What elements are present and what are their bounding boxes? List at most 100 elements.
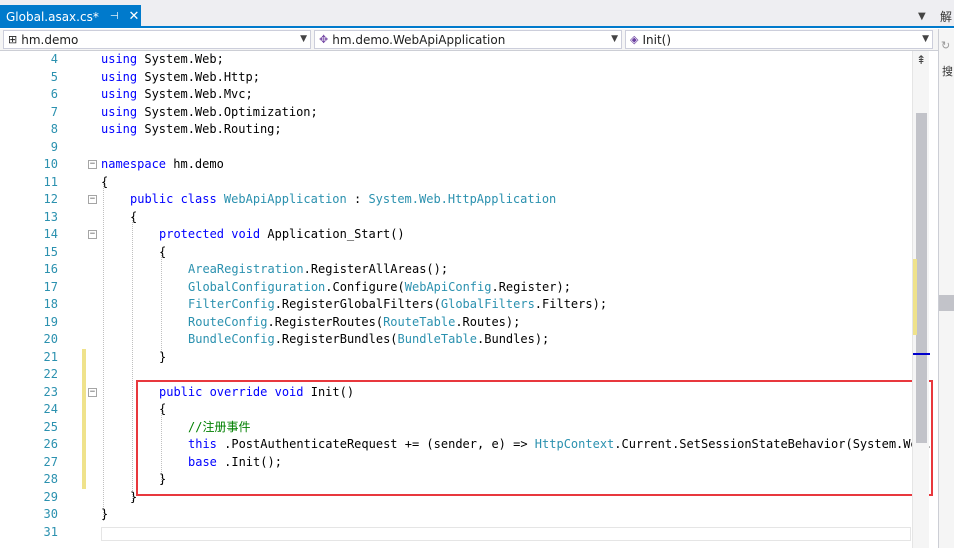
- code-line[interactable]: 19 RouteConfig.RegisterRoutes(RouteTable.…: [0, 314, 912, 332]
- code-token: public class: [130, 192, 217, 206]
- collapse-icon[interactable]: −: [88, 387, 97, 397]
- code-line[interactable]: 6 using System.Web.Mvc;: [0, 86, 912, 104]
- change-indicator: [82, 348, 86, 366]
- class-label: hm.demo.WebApiApplication: [332, 32, 506, 47]
- code-token: using: [101, 122, 138, 136]
- code-token: using: [101, 104, 138, 119]
- scrollbar-thumb[interactable]: [916, 113, 927, 443]
- change-indicator: [82, 366, 86, 384]
- code-token: .RegisterGlobalFilters(: [274, 297, 441, 311]
- side-panel-title: 解: [940, 10, 953, 24]
- code-line[interactable]: 17 GlobalConfiguration.Configure(WebApiCo…: [0, 279, 912, 297]
- code-token: GlobalFilters: [440, 297, 535, 311]
- code-token: System.Web.Routing;: [137, 122, 282, 136]
- code-line[interactable]: 13 {: [0, 209, 912, 227]
- line-number: 23: [43, 384, 58, 399]
- code-line[interactable]: 10 − namespace hm.demo: [0, 156, 912, 174]
- code-text: GlobalConfiguration.Configure(WebApiConf…: [188, 279, 571, 297]
- code-line[interactable]: 30}: [0, 506, 912, 524]
- line-number: 28: [43, 472, 58, 486]
- line-number: 21: [43, 349, 58, 364]
- code-line[interactable]: 18 FilterConfig.RegisterGlobalFilters(Glo…: [0, 296, 912, 314]
- code-line[interactable]: 5 using System.Web.Http;: [0, 69, 912, 87]
- code-line[interactable]: 7 using System.Web.Optimization;: [0, 104, 912, 122]
- code-token: using: [101, 87, 138, 101]
- document-tab-strip: Global.asax.cs* ⊣ ✕ ▼ 解: [0, 0, 954, 28]
- code-token: .RegisterRoutes(: [267, 314, 384, 329]
- code-token: .Routes);: [455, 314, 521, 329]
- code-line[interactable]: 21}: [0, 348, 912, 367]
- split-view-icon[interactable]: ⇞: [916, 53, 926, 67]
- collapse-icon[interactable]: −: [88, 230, 97, 239]
- code-text: AreaRegistration.RegisterAllAreas();: [188, 261, 448, 279]
- code-token: System.Web.Http;: [137, 69, 260, 84]
- code-token: hm.demo: [166, 157, 224, 171]
- code-line[interactable]: 9: [0, 139, 912, 157]
- code-token: :: [346, 192, 369, 206]
- code-token: System.Web.Optimization;: [137, 104, 318, 119]
- change-indicator: [82, 401, 86, 419]
- tab-global-asax-cs[interactable]: Global.asax.cs* ⊣ ✕: [0, 5, 141, 28]
- code-text: }: [159, 349, 166, 367]
- code-line[interactable]: 4 using System.Web;: [0, 51, 912, 69]
- code-token: {: [130, 209, 138, 224]
- panel-scrollbar-thumb[interactable]: [939, 295, 954, 311]
- navigation-bar: ⊞ hm.demo ▼ ✥ hm.demo.WebApiApplication …: [0, 29, 938, 51]
- code-line[interactable]: 14 − protected void Application_Start(): [0, 226, 912, 244]
- line-number: 9: [50, 139, 58, 154]
- line-number: 11: [43, 174, 58, 189]
- close-icon[interactable]: ✕: [129, 9, 140, 24]
- code-token: using: [101, 52, 138, 66]
- code-token: RouteTable: [383, 314, 456, 329]
- code-token: System.Web;: [137, 52, 224, 66]
- project-label: hm.demo: [21, 32, 79, 47]
- code-text: FilterConfig.RegisterGlobalFilters(Globa…: [188, 296, 607, 314]
- horizontal-scroll-area[interactable]: [101, 527, 911, 541]
- code-text: using System.Web;: [101, 51, 224, 69]
- code-text: protected void Application_Start(): [159, 226, 405, 244]
- line-number: 12: [43, 192, 58, 206]
- line-number: 7: [50, 104, 58, 119]
- code-line[interactable]: 8 using System.Web.Routing;: [0, 121, 912, 139]
- member-label: Init(): [642, 32, 672, 47]
- code-text: }: [101, 506, 108, 524]
- code-token: .RegisterBundles(: [274, 332, 398, 346]
- code-text: {: [130, 209, 137, 227]
- project-dropdown[interactable]: ⊞ hm.demo ▼: [3, 30, 311, 49]
- code-line[interactable]: 11 {: [0, 174, 912, 192]
- code-token: .RegisterAllAreas();: [303, 262, 449, 276]
- refresh-icon[interactable]: ↻: [941, 39, 950, 52]
- code-token: BundleConfig: [188, 332, 275, 346]
- line-number: 30: [43, 507, 58, 521]
- line-number: 13: [43, 209, 58, 224]
- line-number: 18: [43, 297, 58, 311]
- code-text: BundleConfig.RegisterBundles(BundleTable…: [188, 331, 549, 349]
- code-token: System.Web.Mvc;: [137, 87, 253, 101]
- code-token: Application_Start(): [260, 227, 405, 241]
- line-number: 27: [43, 454, 58, 469]
- code-line[interactable]: 15 {: [0, 244, 912, 262]
- change-indicator: [82, 383, 86, 401]
- code-line[interactable]: 20 BundleConfig.RegisterBundles(BundleTab…: [0, 331, 912, 349]
- code-token: .Bundles);: [477, 332, 550, 346]
- code-text: namespace hm.demo: [101, 156, 224, 174]
- collapse-icon[interactable]: −: [88, 195, 97, 204]
- class-dropdown[interactable]: ✥ hm.demo.WebApiApplication ▼: [314, 30, 622, 49]
- code-text: public class WebApiApplication : System.…: [130, 191, 556, 209]
- member-dropdown[interactable]: ◈ Init() ▼: [625, 30, 933, 49]
- code-line[interactable]: 12 − public class WebApiApplication : Syst…: [0, 191, 912, 209]
- collapse-icon[interactable]: −: [88, 160, 97, 169]
- code-token: namespace: [101, 157, 167, 171]
- side-search-hint[interactable]: 搜: [942, 63, 953, 79]
- code-line[interactable]: 16 AreaRegistration.RegisterAllAreas();: [0, 261, 912, 279]
- code-token: {: [101, 174, 109, 189]
- code-token: WebApiApplication: [216, 192, 347, 206]
- line-number: 26: [43, 437, 58, 451]
- class-icon: ✥: [319, 33, 329, 46]
- line-number: 6: [50, 87, 58, 101]
- vertical-scrollbar[interactable]: ⇞: [912, 51, 930, 548]
- tab-list-dropdown-icon[interactable]: ▼: [918, 11, 926, 22]
- chevron-down-icon: ▼: [300, 34, 307, 44]
- pin-icon[interactable]: ⊣: [110, 11, 119, 22]
- code-text: using System.Web.Http;: [101, 69, 260, 87]
